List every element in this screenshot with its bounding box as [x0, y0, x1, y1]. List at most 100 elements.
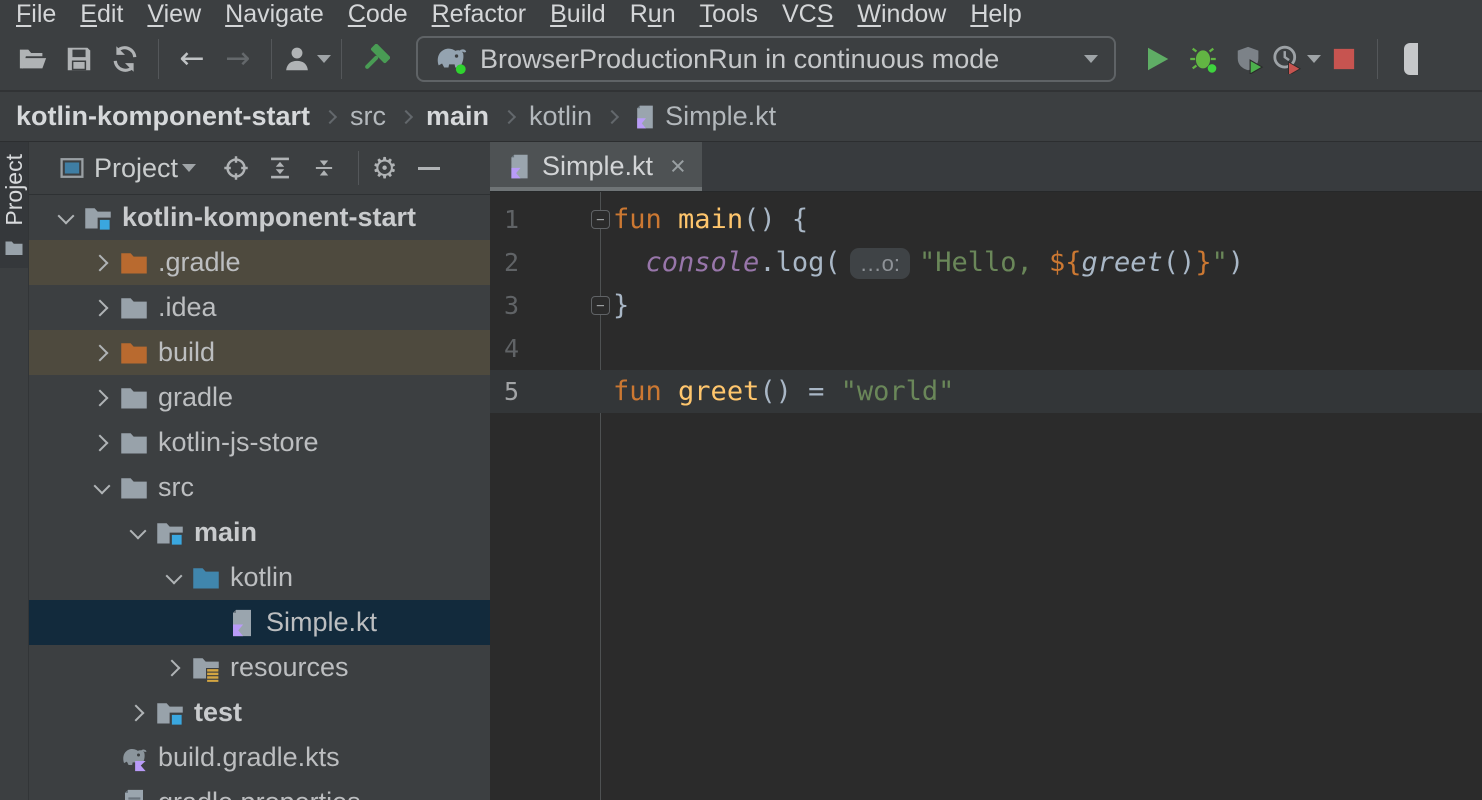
tree-chevron-icon[interactable] — [120, 510, 155, 555]
breadcrumb-item[interactable]: main — [426, 101, 529, 132]
open-project-button[interactable] — [10, 35, 56, 83]
tree-row[interactable]: .gradle — [29, 240, 490, 285]
tree-chevron-icon[interactable] — [156, 645, 191, 690]
menu-item[interactable]: Build — [538, 0, 618, 28]
navigate-forward-button[interactable]: → — [215, 35, 261, 83]
menu-item[interactable]: File — [4, 0, 68, 28]
folder-icon — [119, 473, 149, 503]
tree-row[interactable]: Simple.kt — [29, 600, 490, 645]
tree-chevron-icon[interactable] — [48, 195, 83, 240]
run-button[interactable] — [1134, 35, 1180, 83]
tool-stripe: Project — [0, 142, 29, 800]
profiler-button[interactable] — [1272, 35, 1321, 83]
chevron-down-icon — [317, 55, 331, 63]
kotlin-file-icon — [227, 608, 257, 638]
tool-stripe-project-button[interactable]: Project — [0, 142, 28, 268]
tree-row[interactable]: kotlin-js-store — [29, 420, 490, 465]
tree-row[interactable]: kotlin-komponent-start — [29, 195, 490, 240]
breadcrumb-item[interactable]: kotlin-komponent-start — [16, 101, 350, 132]
locate-file-button[interactable] — [218, 146, 262, 190]
menu-item[interactable]: Tools — [688, 0, 770, 28]
code-text: } — [613, 290, 629, 321]
tree-chevron-icon[interactable] — [84, 735, 119, 780]
breadcrumb-item[interactable]: src — [350, 101, 426, 132]
run-with-coverage-button[interactable] — [1226, 35, 1272, 83]
line-number: 5 — [504, 377, 519, 406]
menu-item[interactable]: Run — [618, 0, 688, 28]
folder-source-icon — [191, 563, 221, 593]
bug-icon — [1188, 44, 1218, 74]
navigate-back-button[interactable]: ← — [169, 35, 215, 83]
menu-item[interactable]: Navigate — [213, 0, 336, 28]
annotate-user-dropdown-button[interactable] — [282, 35, 331, 83]
menu-item[interactable]: Refactor — [420, 0, 539, 28]
menu-item[interactable]: View — [135, 0, 213, 28]
code-text: fun greet() = "world" — [613, 376, 954, 407]
play-icon — [1142, 44, 1172, 74]
gear-icon: ⚙ — [372, 154, 398, 183]
sync-project-button[interactable] — [102, 35, 148, 83]
tree-row[interactable]: main — [29, 510, 490, 555]
editor-tab-simple-kt[interactable]: Simple.kt × — [490, 142, 702, 191]
expand-all-button[interactable] — [262, 146, 306, 190]
build-project-button[interactable] — [352, 35, 398, 83]
menu-item[interactable]: Window — [845, 0, 958, 28]
code-area[interactable]: 1 fun main() { 2 console.log(…o:"Hello, … — [490, 192, 1482, 800]
breadcrumb-separator-icon — [502, 109, 516, 123]
tree-row[interactable]: gradle — [29, 375, 490, 420]
tree-chevron-icon[interactable] — [84, 240, 119, 285]
stop-button[interactable] — [1321, 35, 1367, 83]
fold-marker-icon[interactable] — [591, 210, 610, 229]
debug-button[interactable] — [1180, 35, 1226, 83]
run-config-label: BrowserProductionRun in continuous mode — [480, 44, 1067, 75]
hide-panel-button[interactable] — [411, 146, 455, 190]
tree-row[interactable]: gradle.properties — [29, 780, 490, 800]
code-line[interactable]: 4 — [490, 327, 1482, 370]
breadcrumb-item[interactable]: Simple.kt — [632, 101, 776, 132]
tree-row[interactable]: kotlin — [29, 555, 490, 600]
code-line[interactable]: 2 console.log(…o:"Hello, ${greet()}") — [490, 241, 1482, 284]
toolbar-separator — [1377, 39, 1378, 79]
tree-chevron-icon[interactable] — [156, 555, 191, 600]
tree-chevron-icon[interactable] — [84, 375, 119, 420]
tree-row[interactable]: build — [29, 330, 490, 375]
fold-marker-icon[interactable] — [591, 296, 610, 315]
breadcrumb-item[interactable]: kotlin — [529, 101, 632, 132]
project-panel-title[interactable]: Project — [94, 153, 178, 184]
menu-item[interactable]: Edit — [68, 0, 135, 28]
code-line[interactable]: 1 fun main() { — [490, 198, 1482, 241]
sync-icon — [110, 44, 140, 74]
gradle-icon — [434, 42, 468, 76]
tree-row[interactable]: src — [29, 465, 490, 510]
tree-chevron-icon[interactable] — [84, 285, 119, 330]
tree-chevron-icon[interactable] — [84, 780, 119, 800]
code-line[interactable]: 5 fun greet() = "world" — [490, 370, 1482, 413]
collapse-all-button[interactable] — [306, 146, 350, 190]
menu-item[interactable]: Help — [958, 0, 1033, 28]
window-edge-button[interactable] — [1388, 35, 1434, 83]
partial-icon — [1404, 43, 1418, 75]
menu-item[interactable]: Code — [336, 0, 420, 28]
tree-row[interactable]: build.gradle.kts — [29, 735, 490, 780]
tree-chevron-icon[interactable] — [120, 690, 155, 735]
tree-chevron-icon[interactable] — [192, 600, 227, 645]
toolbar-separator — [158, 39, 159, 79]
hammer-icon — [360, 44, 390, 74]
folder-module-icon — [155, 698, 185, 728]
tree-chevron-icon[interactable] — [84, 330, 119, 375]
chevron-down-icon[interactable] — [182, 164, 196, 172]
code-line[interactable]: 3 } — [490, 284, 1482, 327]
close-icon[interactable]: × — [670, 153, 686, 180]
gradle-kts-icon — [119, 743, 149, 773]
save-all-button[interactable] — [56, 35, 102, 83]
tree-chevron-icon[interactable] — [84, 420, 119, 465]
tree-row[interactable]: resources — [29, 645, 490, 690]
tree-row[interactable]: test — [29, 690, 490, 735]
tree-chevron-icon[interactable] — [84, 465, 119, 510]
ide-window: FileEditViewNavigateCodeRefactorBuildRun… — [0, 0, 1482, 800]
run-config-combo[interactable]: BrowserProductionRun in continuous mode — [416, 36, 1116, 82]
tree-row[interactable]: .idea — [29, 285, 490, 330]
panel-separator — [358, 151, 359, 185]
panel-settings-button[interactable]: ⚙ — [367, 146, 411, 190]
menu-item[interactable]: VCS — [770, 0, 845, 28]
